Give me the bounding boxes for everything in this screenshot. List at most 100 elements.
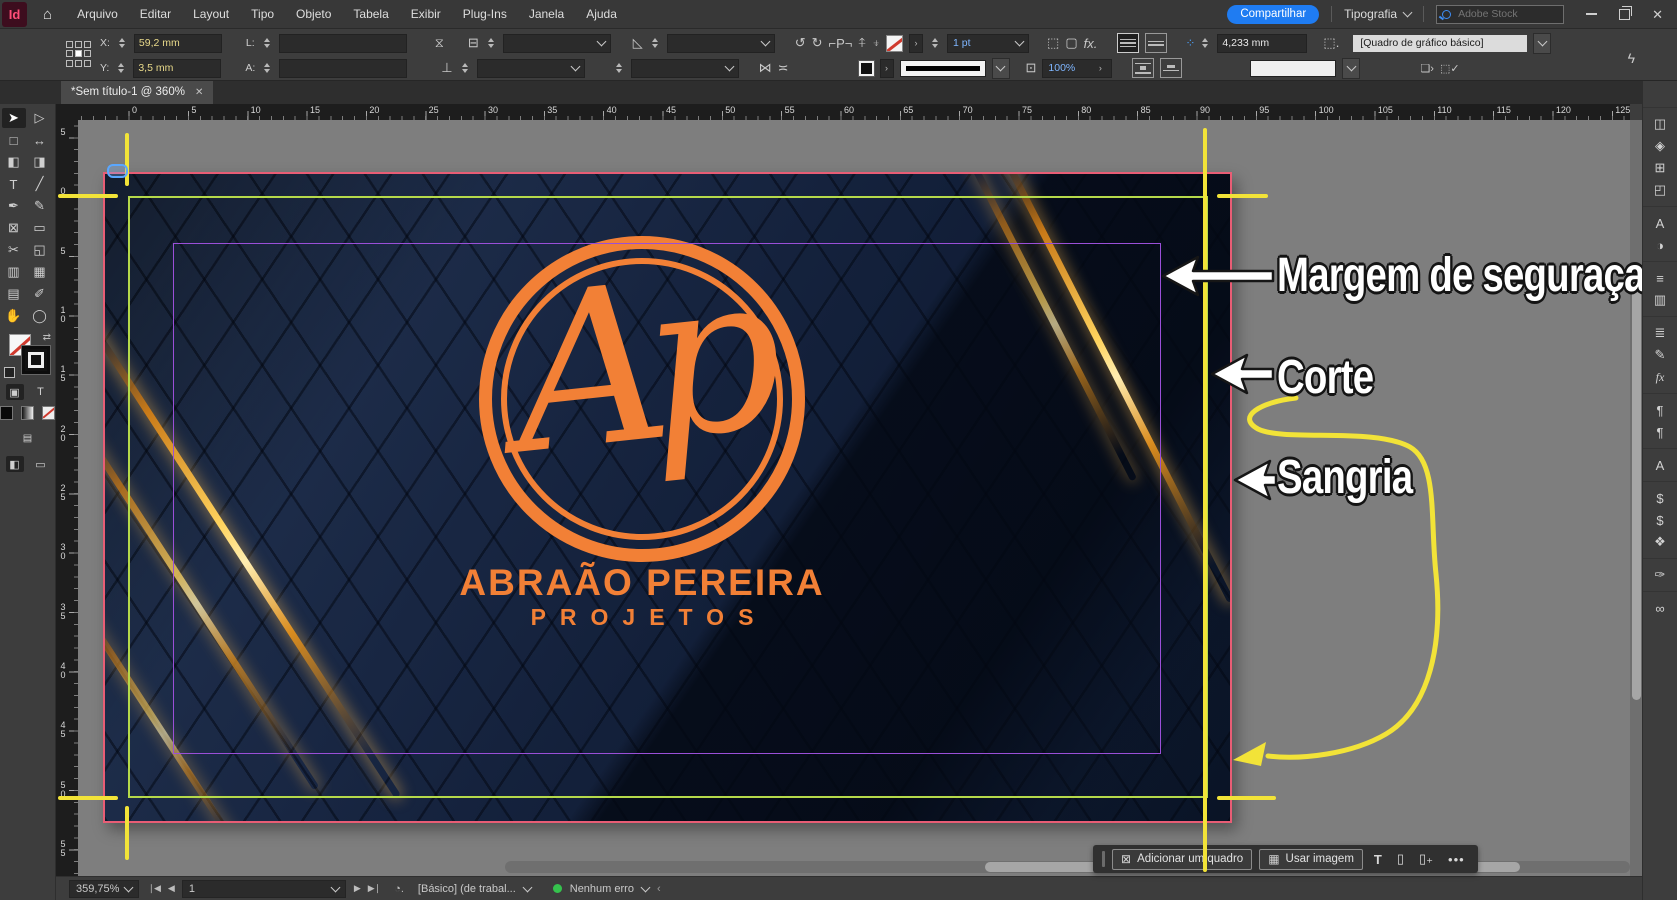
menu-item-layout[interactable]: Layout (182, 7, 240, 21)
shear-stepper[interactable] (616, 63, 622, 73)
gap-tool[interactable]: ↔ (28, 130, 52, 150)
menu-item-tabela[interactable]: Tabela (342, 7, 399, 21)
gap-stepper[interactable] (1202, 38, 1208, 48)
screen-mode-preview-button[interactable]: ▭ (32, 456, 50, 472)
constrain-link-icon[interactable]: ⧖ (435, 35, 444, 51)
panel-stroke-icon[interactable]: ◰ (1647, 179, 1673, 201)
close-button[interactable]: ✕ (1652, 8, 1663, 21)
type-tool[interactable]: T (2, 174, 26, 194)
swap-fill-stroke-icon[interactable]: ⇄ (43, 332, 51, 343)
scissors-tool[interactable]: ✂ (2, 240, 26, 260)
height-field[interactable] (279, 59, 407, 78)
default-fill-stroke-icon[interactable] (4, 367, 15, 378)
gradient-feather-tool[interactable]: ▦ (28, 262, 52, 282)
first-page-button[interactable]: ❘◀ (147, 883, 159, 894)
fill-swatch-black[interactable] (859, 61, 874, 76)
edit-original-icon[interactable]: ⬚✓ (1440, 62, 1460, 75)
restore-button[interactable] (1619, 9, 1630, 20)
add-frame-button[interactable]: ⊠ Adicionar um quadro (1112, 849, 1252, 870)
fill-flyout[interactable]: › (880, 59, 894, 78)
panel-effects-icon[interactable]: fx (1647, 366, 1673, 388)
panel-stroke-weight-icon[interactable]: ≡ (1647, 267, 1673, 289)
wrap-object-icon[interactable] (1132, 58, 1154, 78)
stroke-flyout[interactable]: › (909, 34, 923, 53)
x-stepper[interactable] (119, 38, 125, 48)
panel-cc-libraries-icon[interactable]: ∞ (1647, 597, 1673, 619)
menu-item-objeto[interactable]: Objeto (285, 7, 342, 21)
add-page-plus-icon[interactable]: ▯₊ (1415, 851, 1437, 867)
relink-icon[interactable]: ❏› (1420, 62, 1434, 75)
stroke-style-dropdown[interactable] (992, 58, 1010, 79)
panel-layers-icon[interactable]: ◈ (1647, 135, 1673, 157)
panel-color-theme-icon[interactable]: ✎ (1647, 344, 1673, 366)
panel-properties-icon[interactable]: ✑ (1647, 564, 1673, 586)
quick-actions-icon[interactable]: ϟ (1628, 50, 1635, 66)
panel-links-icon[interactable]: ⊞ (1647, 157, 1673, 179)
more-options-icon[interactable]: ••• (1444, 852, 1469, 867)
rotate-cw-icon[interactable]: ↻ (812, 35, 823, 51)
reference-point-grid[interactable] (66, 41, 90, 67)
menu-item-plug-ins[interactable]: Plug-Ins (452, 7, 518, 21)
fill-preview-select[interactable] (1250, 60, 1336, 77)
content-placer-tool[interactable]: ◨ (28, 152, 52, 172)
object-style-dropdown[interactable] (1533, 33, 1551, 54)
menu-item-exibir[interactable]: Exibir (400, 7, 452, 21)
corner-options-icon[interactable]: ⬚ (1047, 35, 1059, 51)
panel-character-icon[interactable]: A (1647, 212, 1673, 234)
width-field[interactable] (279, 34, 407, 53)
no-text-wrap-icon[interactable] (1117, 33, 1139, 53)
fit-content-icon[interactable]: ⍏ (858, 35, 866, 51)
stroke-style-select[interactable] (900, 60, 986, 77)
menu-item-tipo[interactable]: Tipo (240, 7, 285, 21)
direct-selection-tool[interactable]: ▷ (28, 108, 52, 128)
panel-paragraph-icon[interactable]: ¶ (1647, 399, 1673, 421)
panel-numbered-paragraph-icon[interactable]: ¶ (1647, 421, 1673, 443)
rotate-stepper[interactable] (652, 38, 658, 48)
apply-gradient-button[interactable] (21, 406, 34, 420)
h-stepper[interactable] (264, 63, 270, 73)
home-icon[interactable]: ⌂ (43, 6, 52, 23)
panel-swatch-options-icon[interactable]: $ (1647, 509, 1673, 531)
gradient-tool[interactable]: ▥ (2, 262, 26, 282)
apply-none-button[interactable] (42, 406, 55, 420)
pen-tool[interactable]: ✒ (2, 196, 26, 216)
apply-color-button[interactable] (0, 406, 13, 420)
ruler-origin-corner[interactable] (55, 104, 79, 120)
stroke-black-swatch[interactable] (22, 346, 50, 374)
panel-character-styles-icon[interactable]: A (1647, 454, 1673, 476)
x-field[interactable]: 59,2 mm (134, 34, 222, 53)
stroke-weight-stepper[interactable] (932, 38, 938, 48)
add-page-icon[interactable]: ▯ (1393, 851, 1408, 867)
fit-frame-icon[interactable]: ⍖ (872, 35, 880, 51)
note-tool[interactable]: ▤ (2, 284, 26, 304)
content-collector-tool[interactable]: ◧ (2, 152, 26, 172)
effects-fx-icon[interactable]: fx. (1084, 36, 1098, 51)
formatting-affects-container-button[interactable]: ▣ (6, 384, 24, 400)
y-field[interactable]: 3,5 mm (133, 59, 221, 78)
next-page-button[interactable]: ▶ (354, 883, 360, 894)
add-text-icon[interactable]: T (1370, 852, 1386, 867)
menu-item-janela[interactable]: Janela (518, 7, 575, 21)
y-stepper[interactable] (118, 63, 124, 73)
hand-tool[interactable]: ✋ (2, 306, 26, 326)
pencil-tool[interactable]: ✎ (28, 196, 52, 216)
indesign-logo-icon[interactable]: Id (2, 2, 27, 27)
gap-field[interactable]: 4,233 mm (1217, 34, 1307, 53)
horizontal-ruler[interactable]: 0510152025303540455055606570758085909510… (78, 104, 1630, 120)
wrap-bounding-icon[interactable] (1145, 33, 1167, 53)
tab-close-icon[interactable]: ✕ (195, 87, 203, 98)
w-stepper[interactable] (264, 38, 270, 48)
shear-select[interactable] (631, 59, 739, 78)
stock-search-input[interactable] (1456, 7, 1546, 21)
rotate-ccw-icon[interactable]: ↺ (795, 35, 806, 51)
page-tool[interactable]: □ (2, 130, 26, 150)
last-page-button[interactable]: ▶❘ (368, 883, 380, 894)
corner-shape-icon[interactable]: ▢ (1065, 35, 1077, 51)
panel-swatches-icon[interactable]: $ (1647, 487, 1673, 509)
screen-mode-normal-button[interactable]: ◧ (6, 456, 24, 472)
scale-x-stepper[interactable] (488, 38, 494, 48)
rotation-select[interactable] (667, 34, 775, 53)
preflight-profile-select[interactable]: [Básico] (de trabal... (418, 883, 516, 895)
menu-item-ajuda[interactable]: Ajuda (575, 7, 628, 21)
stroke-swatch-none[interactable] (886, 35, 903, 52)
